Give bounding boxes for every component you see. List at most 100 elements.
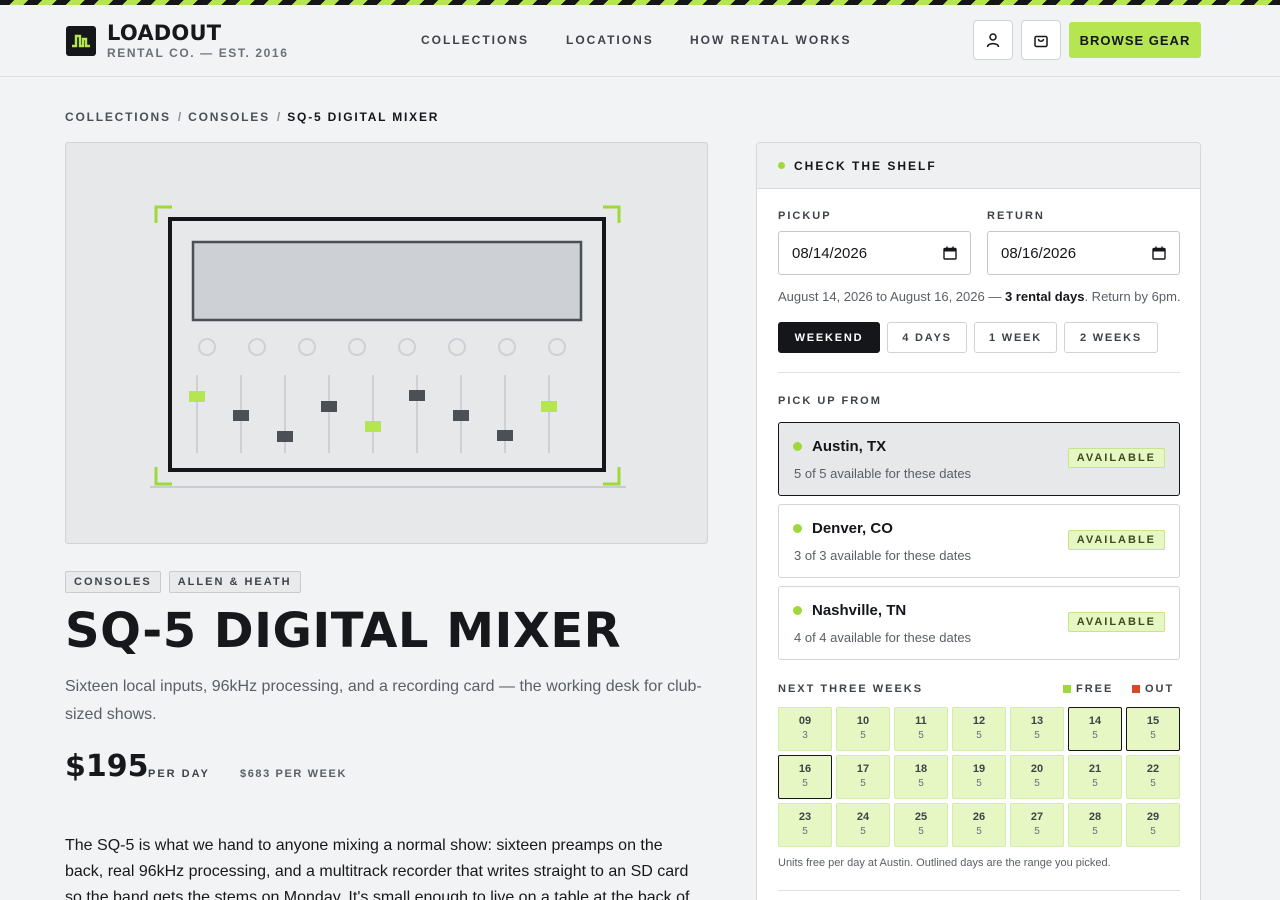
duration-1-week[interactable]: 1 WEEK	[974, 322, 1057, 353]
weekly-price: $683 PER WEEK	[240, 768, 348, 780]
day-units: 5	[1150, 778, 1156, 789]
day-units: 5	[860, 730, 866, 741]
return-date-input[interactable]: 08/16/2026	[987, 231, 1180, 275]
tag-brand[interactable]: ALLEN & HEATH	[168, 571, 301, 593]
availability-panel: CHECK THE SHELF PICKUP RETURN 08/14/2026…	[756, 142, 1201, 900]
calendar-day[interactable]: 27 5	[1010, 803, 1064, 847]
product-tags: CONSOLES ALLEN & HEATH	[65, 571, 301, 593]
day-number: 12	[972, 715, 986, 727]
day-units: 5	[1092, 730, 1098, 741]
logo-icon[interactable]	[66, 26, 96, 56]
day-number: 19	[972, 763, 986, 775]
calendar-day[interactable]: 09 3	[778, 707, 832, 751]
calendar-day[interactable]: 19 5	[952, 755, 1006, 799]
tag-consoles[interactable]: CONSOLES	[65, 571, 161, 593]
pick-up-from-label: PICK UP FROM	[778, 395, 882, 407]
location-austin[interactable]: Austin, TX 5 of 5 available for these da…	[778, 422, 1180, 496]
status-dot-icon	[778, 162, 785, 169]
calendar-day[interactable]: 17 5	[836, 755, 890, 799]
legend-free-label: FREE	[1076, 683, 1114, 695]
free-swatch-icon	[1063, 685, 1071, 693]
day-units: 5	[918, 778, 924, 789]
day-number: 18	[914, 763, 928, 775]
day-units: 5	[860, 778, 866, 789]
status-dot-icon	[793, 524, 802, 533]
calendar-day[interactable]: 23 5	[778, 803, 832, 847]
product-subtitle: Sixteen local inputs, 96kHz processing, …	[65, 678, 702, 723]
day-number: 22	[1146, 763, 1160, 775]
calendar-day[interactable]: 29 5	[1126, 803, 1180, 847]
day-units: 5	[918, 730, 924, 741]
calendar-day[interactable]: 18 5	[894, 755, 948, 799]
calendar-day[interactable]: 21 5	[1068, 755, 1122, 799]
browse-gear-button[interactable]: BROWSE GEAR	[1069, 22, 1201, 58]
duration-weekend[interactable]: WEEKEND	[778, 322, 880, 353]
brand-name[interactable]: LOADOUT	[107, 21, 221, 45]
calendar-day[interactable]: 28 5	[1068, 803, 1122, 847]
pickup-date-value: 08/14/2026	[792, 244, 868, 262]
calendar-day[interactable]: 11 5	[894, 707, 948, 751]
cart-button[interactable]	[1021, 20, 1061, 60]
breadcrumb-consoles[interactable]: CONSOLES	[188, 110, 270, 124]
calendar-icon[interactable]	[1152, 246, 1166, 260]
pickup-date-input[interactable]: 08/14/2026	[778, 231, 971, 275]
breadcrumb-collections[interactable]: COLLECTIONS	[65, 110, 171, 124]
day-units: 5	[918, 826, 924, 837]
day-units: 5	[1034, 778, 1040, 789]
rental-summary: August 14, 2026 to August 16, 2026 — 3 r…	[778, 289, 1181, 304]
price: $195	[65, 749, 149, 784]
summary-range: August 14, 2026 to August 16, 2026 —	[778, 289, 1005, 304]
calendar-day[interactable]: 15 5	[1126, 707, 1180, 751]
location-nashville[interactable]: Nashville, TN 4 of 4 available for these…	[778, 586, 1180, 660]
day-units: 5	[1034, 826, 1040, 837]
day-number: 21	[1088, 763, 1102, 775]
calendar-label: NEXT THREE WEEKS	[778, 683, 924, 695]
calendar-day[interactable]: 10 5	[836, 707, 890, 751]
calendar-day[interactable]: 14 5	[1068, 707, 1122, 751]
return-label: RETURN	[987, 210, 1045, 222]
pickup-label: PICKUP	[778, 210, 832, 222]
summary-return: . Return by 6pm.	[1084, 289, 1181, 304]
cart-icon	[1034, 35, 1048, 48]
calendar-day[interactable]: 24 5	[836, 803, 890, 847]
day-units: 5	[1092, 778, 1098, 789]
duration-4-days[interactable]: 4 DAYS	[887, 322, 967, 353]
day-units: 5	[1150, 826, 1156, 837]
day-units: 5	[860, 826, 866, 837]
out-swatch-icon	[1132, 685, 1140, 693]
breadcrumb-separator: /	[276, 110, 281, 124]
legend-free: FREE	[1063, 683, 1113, 695]
day-units: 5	[1150, 730, 1156, 741]
day-number: 20	[1030, 763, 1044, 775]
panel-header: CHECK THE SHELF	[757, 143, 1200, 189]
day-units: 3	[802, 730, 808, 741]
nav-collections[interactable]: COLLECTIONS	[421, 33, 529, 47]
calendar-icon[interactable]	[943, 246, 957, 260]
day-number: 11	[915, 715, 927, 727]
location-availability: 4 of 4 available for these dates	[794, 630, 972, 645]
calendar-day[interactable]: 26 5	[952, 803, 1006, 847]
divider	[778, 372, 1180, 373]
day-units: 5	[976, 730, 982, 741]
location-denver[interactable]: Denver, CO 3 of 3 available for these da…	[778, 504, 1180, 578]
status-badge: AVAILABLE	[1067, 448, 1165, 468]
calendar-note: Units free per day at Austin. Outlined d…	[778, 857, 1111, 869]
site-header: LOADOUT RENTAL CO. — EST. 2016 COLLECTIO…	[0, 5, 1280, 77]
calendar-day[interactable]: 20 5	[1010, 755, 1064, 799]
calendar-day[interactable]: 16 5	[778, 755, 832, 799]
calendar-day[interactable]: 13 5	[1010, 707, 1064, 751]
calendar-day[interactable]: 22 5	[1126, 755, 1180, 799]
day-number: 26	[972, 811, 986, 823]
calendar-day[interactable]: 12 5	[952, 707, 1006, 751]
return-date-value: 08/16/2026	[1001, 244, 1077, 262]
duration-2-weeks[interactable]: 2 WEEKS	[1064, 322, 1158, 353]
day-number: 23	[798, 811, 812, 823]
status-dot-icon	[793, 442, 802, 451]
nav-how-rental-works[interactable]: HOW RENTAL WORKS	[690, 33, 852, 47]
nav-locations[interactable]: LOCATIONS	[566, 33, 654, 47]
day-number: 24	[856, 811, 870, 823]
divider	[778, 890, 1180, 891]
account-button[interactable]	[973, 20, 1013, 60]
legend-out: OUT	[1132, 683, 1174, 695]
calendar-day[interactable]: 25 5	[894, 803, 948, 847]
